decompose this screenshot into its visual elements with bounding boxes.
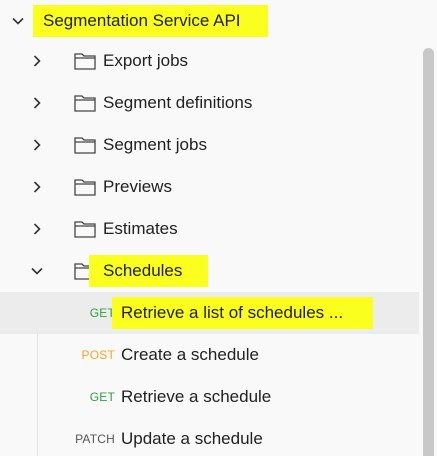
request-label: Retrieve a list of schedules ... [112, 297, 374, 329]
collection-root-label: Segmentation Service API [33, 5, 268, 37]
method-badge: PATCH [75, 432, 115, 446]
folder-segment-definitions[interactable]: Segment definitions [0, 82, 419, 124]
folder-label: Schedules [89, 255, 209, 287]
folder-label: Segment definitions [103, 93, 253, 112]
chevron-right-icon[interactable] [28, 52, 46, 70]
chevron-right-icon[interactable] [28, 220, 46, 238]
folder-icon [74, 220, 96, 238]
folder-icon [74, 52, 96, 70]
request-label: Create a schedule [121, 345, 259, 364]
folder-label: Estimates [103, 219, 178, 238]
collection-tree-panel: Segmentation Service API Export jobs Seg… [0, 0, 437, 456]
request-item[interactable]: POST Create a schedule [0, 334, 419, 376]
request-item-selected[interactable]: GET Retrieve a list of schedules ... [0, 292, 419, 334]
folder-estimates[interactable]: Estimates [0, 208, 419, 250]
request-label: Update a schedule [121, 429, 263, 448]
folder-export-jobs[interactable]: Export jobs [0, 40, 419, 82]
folder-label: Previews [103, 177, 172, 196]
method-badge: POST [81, 348, 115, 362]
chevron-down-icon[interactable] [9, 12, 27, 30]
folder-previews[interactable]: Previews [0, 166, 419, 208]
folder-label: Export jobs [103, 51, 189, 70]
folder-icon [74, 136, 96, 154]
chevron-right-icon[interactable] [28, 94, 46, 112]
method-badge: GET [89, 390, 115, 404]
request-label: Retrieve a schedule [121, 387, 272, 406]
folder-schedules[interactable]: Schedules [0, 250, 419, 292]
chevron-right-icon[interactable] [28, 136, 46, 154]
folder-label: Segment jobs [103, 135, 207, 154]
folder-icon [74, 178, 96, 196]
folder-segment-jobs[interactable]: Segment jobs [0, 124, 419, 166]
folder-icon [74, 94, 96, 112]
collection-root[interactable]: Segmentation Service API [0, 0, 419, 42]
chevron-down-icon[interactable] [28, 262, 46, 280]
method-badge: GET [89, 306, 115, 320]
request-item[interactable]: GET Retrieve a schedule [0, 376, 419, 418]
scrollbar-thumb[interactable] [423, 48, 434, 456]
request-item[interactable]: PATCH Update a schedule [0, 418, 419, 456]
chevron-right-icon[interactable] [28, 178, 46, 196]
